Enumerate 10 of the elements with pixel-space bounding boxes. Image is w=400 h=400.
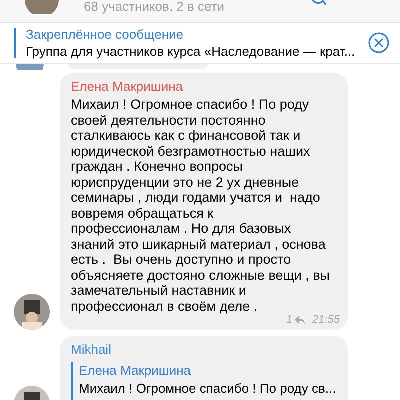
pinned-title: Закреплённое сообщение [26,26,185,43]
pinned-bar[interactable]: Закреплённое сообщение Группа для участников курса «Наследование — крат... [0,22,400,64]
reply-count: 1 [286,314,292,326]
quoted-message[interactable]: Елена Макришина Михаил ! Огромное спасибо ! По роду св... [71,362,340,400]
quote-author: Елена Макришина [79,362,192,380]
message-text: Михаил ! Огромное спасибо ! По роду своей деятельности постоянно сталкиваюсь как с финансовой так и юридической безграмотностью наших граждан . Конечно вопросы юриспруденции это не 2 ух дневные семинары , люди годами учатся и надо вовремя обращаться к профессионалам . Но для базовых знаний это шикарный материал , основа есть . Вы очень доступно и просто объясняете достояно сложные вещи , вы замечательный наставник и профессионал в своём деле . [71,97,331,314]
member-count: 68 участников, 2 в сети [84,0,225,14]
quote-text: Михаил ! Огромное спасибо ! По роду св... [79,380,338,398]
message-time: 21:55 [312,314,340,326]
pinned-text: Группа для участников курса «Наследование — крат... [26,43,356,60]
